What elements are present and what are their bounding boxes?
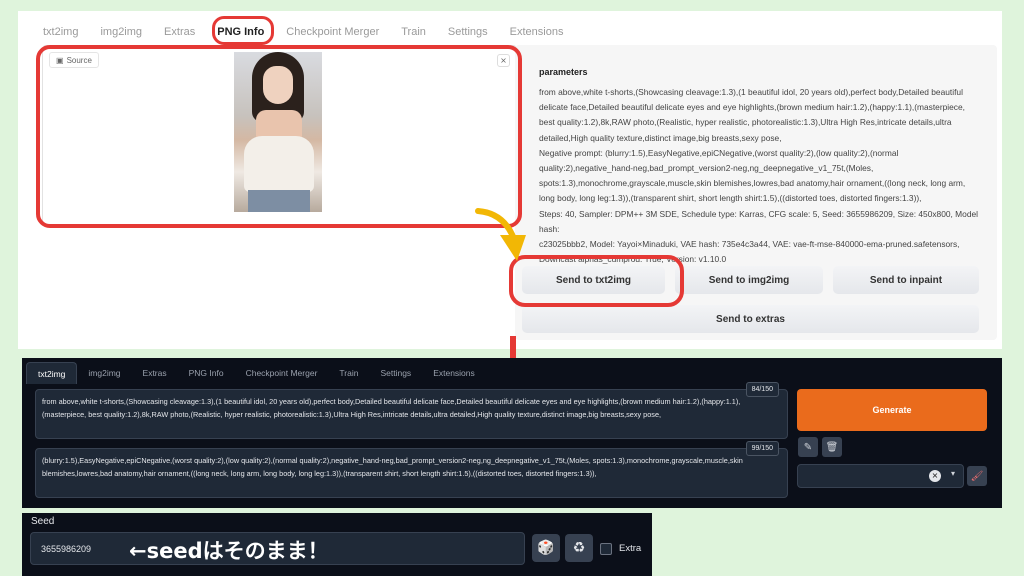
tab-checkpoint-merger[interactable]: Checkpoint Merger [235, 362, 329, 384]
negative-prompt-text: (blurry:1.5),EasyNegative,epiCNegative,(… [42, 456, 743, 478]
tab-train[interactable]: Train [390, 21, 437, 43]
tab-img2img[interactable]: img2img [77, 362, 131, 384]
tab-extensions[interactable]: Extensions [422, 362, 486, 384]
tab-bar-dark: txt2img img2img Extras PNG Info Checkpoi… [26, 362, 486, 384]
send-to-extras-button[interactable]: Send to extras [522, 305, 979, 333]
prompt-token-counter: 84/150 [745, 382, 779, 397]
styles-dropdown[interactable]: × ▾ [797, 464, 964, 488]
seed-panel: Seed 3655986209 ←seedはそのまま！ 🎲 ♻ Extra [22, 513, 652, 576]
seed-label: Seed [31, 516, 55, 527]
send-to-img2img-button[interactable]: Send to img2img [675, 266, 823, 294]
negative-prompt-textarea[interactable]: (blurry:1.5),EasyNegative,epiCNegative,(… [35, 441, 788, 498]
prompt-textarea[interactable]: from above,white t-shorts,(Showcasing cl… [35, 382, 788, 439]
recycle-icon[interactable]: ♻ [565, 534, 593, 562]
highlight-source-image [36, 45, 522, 228]
chevron-down-icon[interactable]: ▾ [951, 469, 955, 478]
seed-annotation: ←seedはそのまま！ [129, 539, 329, 563]
tab-settings[interactable]: Settings [437, 21, 499, 43]
txt2img-panel: txt2img img2img Extras PNG Info Checkpoi… [22, 358, 1002, 508]
tab-txt2img[interactable]: txt2img [26, 362, 78, 384]
paintbrush-icon[interactable]: 🖌 [967, 466, 987, 486]
tab-extras[interactable]: Extras [132, 362, 178, 384]
tab-settings[interactable]: Settings [369, 362, 422, 384]
tab-png-info[interactable]: PNG Info [178, 362, 235, 384]
curved-arrow-icon [475, 208, 526, 261]
highlight-png-info-tab [212, 16, 274, 45]
tab-txt2img[interactable]: txt2img [32, 21, 89, 43]
clear-icon[interactable]: × [929, 470, 941, 482]
highlight-send-to-txt2img [509, 255, 684, 307]
tab-train[interactable]: Train [328, 362, 369, 384]
prompt-text: from above,white t-shorts,(Showcasing cl… [42, 397, 741, 419]
generate-button[interactable]: Generate [797, 389, 987, 431]
tab-checkpoint-merger[interactable]: Checkpoint Merger [275, 21, 390, 43]
parameters-title: parameters [539, 67, 588, 77]
tab-bar-light: txt2img img2img Extras PNG Info Checkpoi… [32, 21, 574, 43]
tab-extras[interactable]: Extras [153, 21, 206, 43]
png-info-panel: txt2img img2img Extras PNG Info Checkpoi… [18, 11, 1002, 349]
trash-icon[interactable]: 🗑 [822, 437, 842, 457]
seed-input[interactable]: 3655986209 ←seedはそのまま！ [30, 532, 525, 565]
tab-extensions[interactable]: Extensions [499, 21, 575, 43]
edit-icon[interactable]: ✎ [798, 437, 818, 457]
negative-token-counter: 99/150 [745, 441, 779, 456]
extra-label: Extra [619, 543, 642, 554]
dice-icon[interactable]: 🎲 [532, 534, 560, 562]
parameters-text: from above,white t-shorts,(Showcasing cl… [539, 87, 978, 265]
seed-value: 3655986209 [41, 544, 92, 554]
send-to-inpaint-button[interactable]: Send to inpaint [833, 266, 979, 294]
tab-img2img[interactable]: img2img [89, 21, 153, 43]
extra-checkbox[interactable] [600, 543, 612, 555]
